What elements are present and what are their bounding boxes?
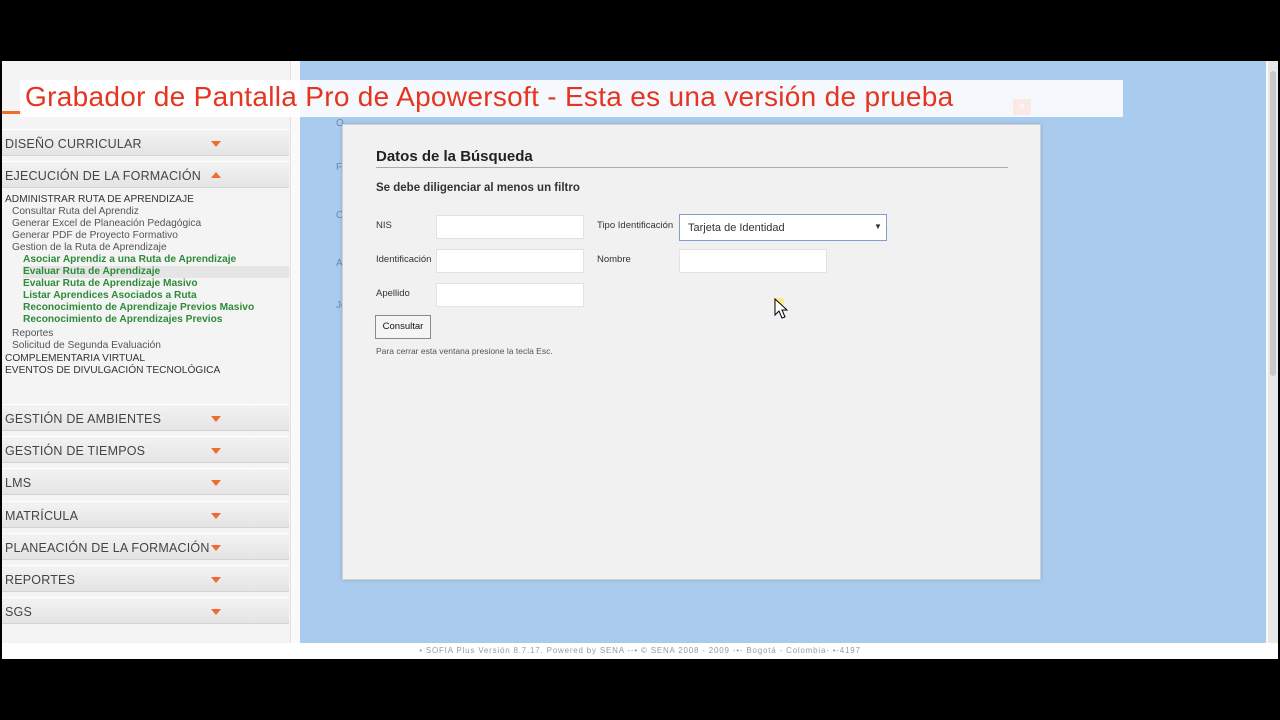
- caret-down-icon: ▼: [874, 222, 882, 231]
- tree-item-consultar-ruta[interactable]: Consultar Ruta del Aprendiz: [12, 206, 139, 218]
- sidebar-menu: DISEÑO CURRICULAR EJECUCIÓN DE LA FORMAC…: [2, 61, 291, 643]
- chevron-down-icon: [211, 513, 221, 519]
- sidebar-section-label: GESTIÓN DE TIEMPOS: [5, 444, 146, 458]
- tree-item-eventos-divulgacion[interactable]: EVENTOS DE DIVULGACIÓN TECNOLÓGICA: [5, 365, 220, 377]
- tree-item-evaluar-ruta[interactable]: Evaluar Ruta de Aprendizaje: [23, 266, 289, 278]
- trial-watermark-banner: Grabador de Pantalla Pro de Apowersoft -…: [20, 80, 1123, 117]
- chevron-down-icon: [211, 141, 221, 147]
- tree-item-listar-aprendices[interactable]: Listar Aprendices Asociados a Ruta: [23, 290, 197, 302]
- tree-item-gestion-ruta[interactable]: Gestion de la Ruta de Aprendizaje: [12, 242, 167, 254]
- tipo-identificacion-select[interactable]: Tarjeta de Identidad ▼: [679, 214, 887, 241]
- nombre-input[interactable]: [679, 249, 827, 273]
- tree-item-reportes[interactable]: Reportes: [12, 328, 53, 340]
- mouse-pointer-icon: [774, 298, 789, 319]
- dialog-title: Datos de la Búsqueda: [376, 148, 533, 165]
- chevron-down-icon: [211, 609, 221, 615]
- accent-strip: [2, 111, 22, 114]
- footer-version: • SOFIA Plus Versión 8.7.17. Powered by …: [2, 643, 1278, 659]
- nis-label: NIS: [376, 220, 392, 231]
- sidebar-section-gestion-ambientes[interactable]: GESTIÓN DE AMBIENTES: [2, 404, 289, 431]
- chevron-up-icon: [211, 172, 221, 178]
- sidebar-section-gestion-tiempos[interactable]: GESTIÓN DE TIEMPOS: [2, 436, 289, 463]
- tree-item-complementaria-virtual[interactable]: COMPLEMENTARIA VIRTUAL: [5, 353, 145, 365]
- scrollbar-thumb[interactable]: [1270, 71, 1276, 376]
- tree-item-reconocimiento-masivo[interactable]: Reconocimiento de Aprendizaje Previos Ma…: [23, 302, 254, 314]
- apellido-label: Apellido: [376, 288, 410, 299]
- sidebar-section-label: PLANEACIÓN DE LA FORMACIÓN: [5, 541, 210, 555]
- chevron-down-icon: [211, 577, 221, 583]
- tipo-identificacion-label: Tipo Identificación: [597, 220, 674, 231]
- consultar-button[interactable]: Consultar: [375, 315, 431, 339]
- close-hint: Para cerrar esta ventana presione la tec…: [376, 346, 553, 356]
- sidebar-section-label: DISEÑO CURRICULAR: [5, 137, 142, 151]
- watermark-text: Grabador de Pantalla Pro de Apowersoft -…: [25, 81, 954, 112]
- search-dialog: Datos de la Búsqueda Se debe diligenciar…: [342, 124, 1041, 580]
- chevron-down-icon: [211, 448, 221, 454]
- sidebar-section-label: EJECUCIÓN DE LA FORMACIÓN: [5, 169, 201, 183]
- identificacion-label: Identificación: [376, 254, 432, 265]
- sidebar-section-label: GESTIÓN DE AMBIENTES: [5, 412, 162, 426]
- sidebar-section-ejecucion-formacion[interactable]: EJECUCIÓN DE LA FORMACIÓN: [2, 161, 289, 188]
- select-value: Tarjeta de Identidad: [688, 222, 785, 234]
- chevron-down-icon: [211, 416, 221, 422]
- sidebar-section-label: SGS: [5, 605, 32, 619]
- tree-item-generar-pdf[interactable]: Generar PDF de Proyecto Formativo: [12, 230, 178, 242]
- tree-item-administrar-ruta[interactable]: ADMINISTRAR RUTA DE APRENDIZAJE: [5, 194, 194, 206]
- tree-item-reconocimiento-previos[interactable]: Reconocimiento de Aprendizajes Previos: [23, 314, 222, 326]
- sidebar-section-matricula[interactable]: MATRÍCULA: [2, 501, 289, 528]
- identificacion-input[interactable]: [436, 249, 584, 273]
- sidebar-section-sgs[interactable]: SGS: [2, 597, 289, 624]
- apellido-input[interactable]: [436, 283, 584, 307]
- sidebar-section-lms[interactable]: LMS: [2, 468, 289, 495]
- sidebar-section-diseno-curricular[interactable]: DISEÑO CURRICULAR: [2, 129, 289, 156]
- title-divider: [376, 167, 1008, 168]
- chevron-down-icon: [211, 480, 221, 486]
- sidebar-section-label: MATRÍCULA: [5, 509, 79, 523]
- tree-item-asociar-aprendiz[interactable]: Asociar Aprendiz a una Ruta de Aprendiza…: [23, 254, 236, 266]
- nis-input[interactable]: [436, 215, 584, 239]
- sidebar-section-reportes[interactable]: REPORTES: [2, 565, 289, 592]
- vertical-scrollbar[interactable]: [1268, 61, 1278, 643]
- chevron-down-icon: [211, 545, 221, 551]
- sidebar-section-label: LMS: [5, 476, 32, 490]
- sidebar-section-planeacion[interactable]: PLANEACIÓN DE LA FORMACIÓN: [2, 533, 289, 560]
- tree-item-segunda-evaluacion[interactable]: Solicitud de Segunda Evaluación: [12, 340, 161, 352]
- sidebar-section-label: REPORTES: [5, 573, 76, 587]
- nombre-label: Nombre: [597, 254, 631, 265]
- dialog-subtitle: Se debe diligenciar al menos un filtro: [376, 182, 580, 194]
- tree-item-generar-excel[interactable]: Generar Excel de Planeación Pedagógica: [12, 218, 201, 230]
- tree-item-evaluar-ruta-masivo[interactable]: Evaluar Ruta de Aprendizaje Masivo: [23, 278, 198, 290]
